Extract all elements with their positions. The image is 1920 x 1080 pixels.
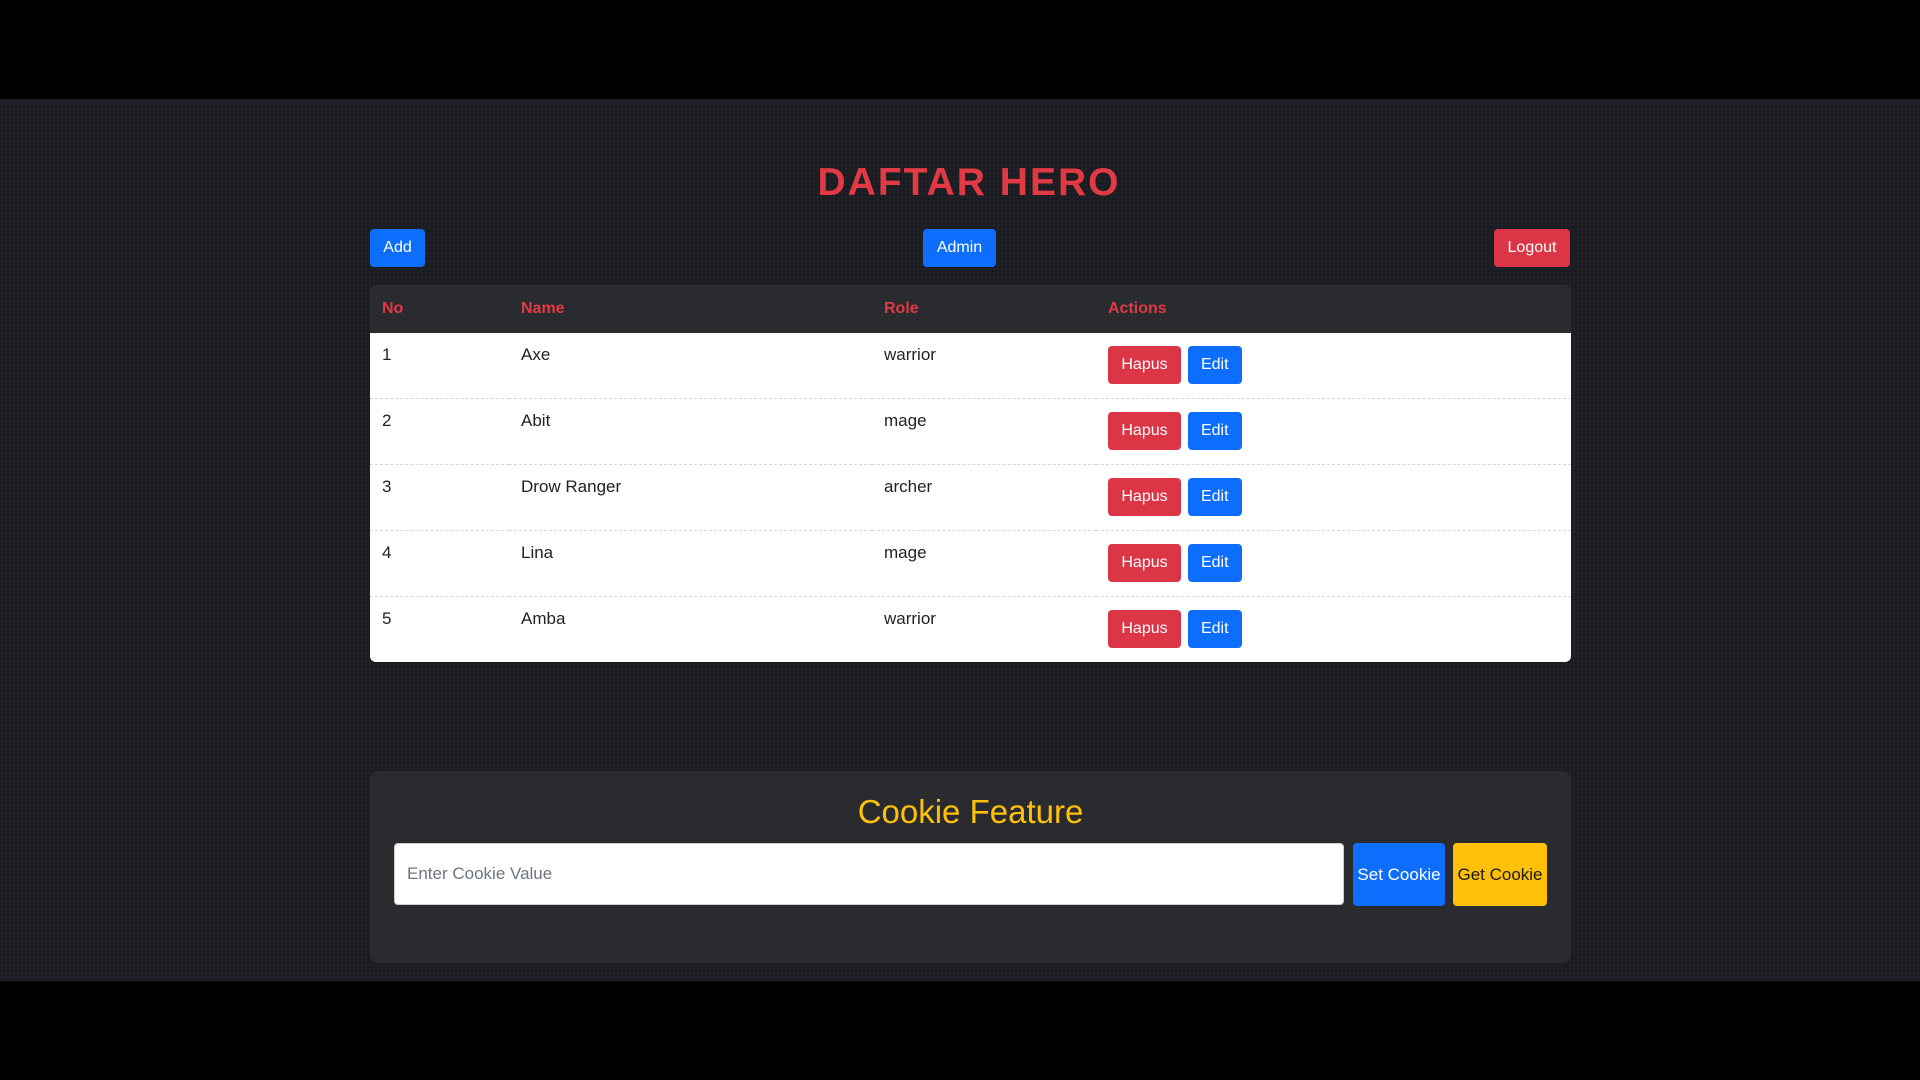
table-header-row: No Name Role Actions — [370, 285, 1571, 333]
table-row: 2 Abit mage Hapus Edit — [370, 398, 1571, 464]
cell-no: 5 — [370, 596, 509, 662]
get-cookie-button[interactable]: Get Cookie — [1453, 843, 1547, 906]
cookie-panel: Cookie Feature Set Cookie Get Cookie — [370, 771, 1571, 963]
set-cookie-button[interactable]: Set Cookie — [1353, 843, 1445, 906]
add-button[interactable]: Add — [370, 229, 425, 267]
cell-name: Drow Ranger — [509, 464, 872, 530]
logout-button[interactable]: Logout — [1494, 229, 1570, 267]
delete-button[interactable]: Hapus — [1108, 346, 1181, 384]
letterbox-top — [0, 0, 1920, 99]
edit-button[interactable]: Edit — [1187, 412, 1242, 450]
cell-actions: Hapus Edit — [1096, 596, 1571, 662]
cell-actions: Hapus Edit — [1096, 530, 1571, 596]
table-body: 1 Axe warrior Hapus Edit 2 Abit mage Hap… — [370, 333, 1571, 662]
cell-name: Amba — [509, 596, 872, 662]
cell-no: 4 — [370, 530, 509, 596]
delete-button[interactable]: Hapus — [1108, 478, 1181, 516]
app-viewport: DAFTAR HERO Add Admin Logout No Name Rol… — [0, 99, 1920, 981]
delete-button[interactable]: Hapus — [1108, 610, 1181, 648]
column-header-name: Name — [521, 300, 565, 317]
column-header-no: No — [382, 300, 404, 317]
cell-role: mage — [872, 398, 1096, 464]
edit-button[interactable]: Edit — [1187, 544, 1242, 582]
letterbox-bottom — [0, 981, 1920, 1080]
cell-name: Lina — [509, 530, 872, 596]
edit-button[interactable]: Edit — [1187, 346, 1242, 384]
hero-table: No Name Role Actions 1 Axe warrior Hapus… — [370, 285, 1571, 662]
cell-role: archer — [872, 464, 1096, 530]
edit-button[interactable]: Edit — [1187, 478, 1242, 516]
delete-button[interactable]: Hapus — [1108, 544, 1181, 582]
cell-actions: Hapus Edit — [1096, 398, 1571, 464]
column-header-role: Role — [884, 300, 919, 317]
cell-no: 2 — [370, 398, 509, 464]
cell-actions: Hapus Edit — [1096, 464, 1571, 530]
cell-role: mage — [872, 530, 1096, 596]
cell-name: Axe — [521, 345, 551, 364]
cell-no: 3 — [370, 464, 509, 530]
cookie-value-input[interactable] — [394, 843, 1344, 905]
column-header-actions: Actions — [1108, 300, 1167, 317]
cell-role: warrior — [884, 345, 936, 364]
edit-button[interactable]: Edit — [1187, 610, 1242, 648]
admin-button[interactable]: Admin — [923, 229, 996, 267]
table-row: 1 Axe warrior Hapus Edit — [370, 333, 1571, 398]
page-title: DAFTAR HERO — [817, 161, 1121, 204]
table-row: 4 Lina mage Hapus Edit — [370, 530, 1571, 596]
cookie-feature-title: Cookie Feature — [857, 793, 1084, 830]
table-header: No Name Role Actions — [370, 285, 1571, 333]
table-row: 5 Amba warrior Hapus Edit — [370, 596, 1571, 662]
table-row: 3 Drow Ranger archer Hapus Edit — [370, 464, 1571, 530]
delete-button[interactable]: Hapus — [1108, 412, 1181, 450]
cell-no: 1 — [382, 345, 392, 364]
cell-actions: Hapus Edit — [1096, 333, 1571, 398]
cell-name: Abit — [509, 398, 872, 464]
cell-role: warrior — [872, 596, 1096, 662]
